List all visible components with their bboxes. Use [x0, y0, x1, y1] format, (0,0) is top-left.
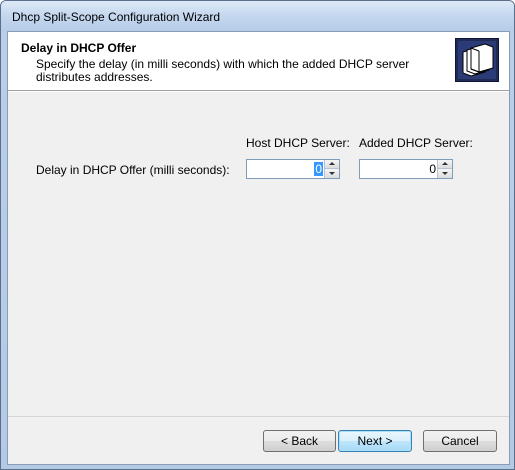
arrow-down-icon	[442, 172, 448, 175]
window-title: Dhcp Split-Scope Configuration Wizard	[12, 10, 221, 24]
added-delay-up-button[interactable]	[438, 160, 452, 169]
back-button[interactable]: < Back	[263, 430, 336, 452]
header-separator	[8, 91, 509, 92]
added-delay-spin-buttons	[437, 160, 452, 178]
host-delay-up-button[interactable]	[325, 160, 339, 169]
host-delay-value[interactable]: 0	[314, 162, 323, 176]
page-title: Delay in DHCP Offer	[21, 41, 137, 55]
host-delay-spinner[interactable]: 0	[246, 159, 340, 179]
arrow-up-icon	[329, 162, 335, 165]
folders-icon	[455, 38, 499, 82]
host-delay-down-button[interactable]	[325, 169, 339, 178]
next-button[interactable]: Next >	[338, 430, 412, 452]
page-description: Specify the delay (in milli seconds) wit…	[36, 57, 410, 84]
added-delay-spinner[interactable]: 0	[359, 159, 453, 179]
wizard-header: Delay in DHCP Offer Specify the delay (i…	[8, 32, 509, 91]
added-server-column-label: Added DHCP Server:	[359, 136, 473, 150]
wizard-window: Dhcp Split-Scope Configuration Wizard De…	[0, 0, 515, 470]
wizard-client-area: Delay in DHCP Offer Specify the delay (i…	[7, 31, 510, 465]
title-bar[interactable]: Dhcp Split-Scope Configuration Wizard	[1, 1, 514, 31]
delay-row-label: Delay in DHCP Offer (milli seconds):	[36, 163, 230, 177]
arrow-up-icon	[442, 162, 448, 165]
footer-separator	[8, 416, 509, 417]
cancel-button[interactable]: Cancel	[423, 430, 497, 452]
added-delay-value[interactable]: 0	[429, 162, 436, 176]
added-delay-down-button[interactable]	[438, 169, 452, 178]
host-server-column-label: Host DHCP Server:	[246, 136, 350, 150]
host-delay-spin-buttons	[324, 160, 339, 178]
arrow-down-icon	[329, 172, 335, 175]
